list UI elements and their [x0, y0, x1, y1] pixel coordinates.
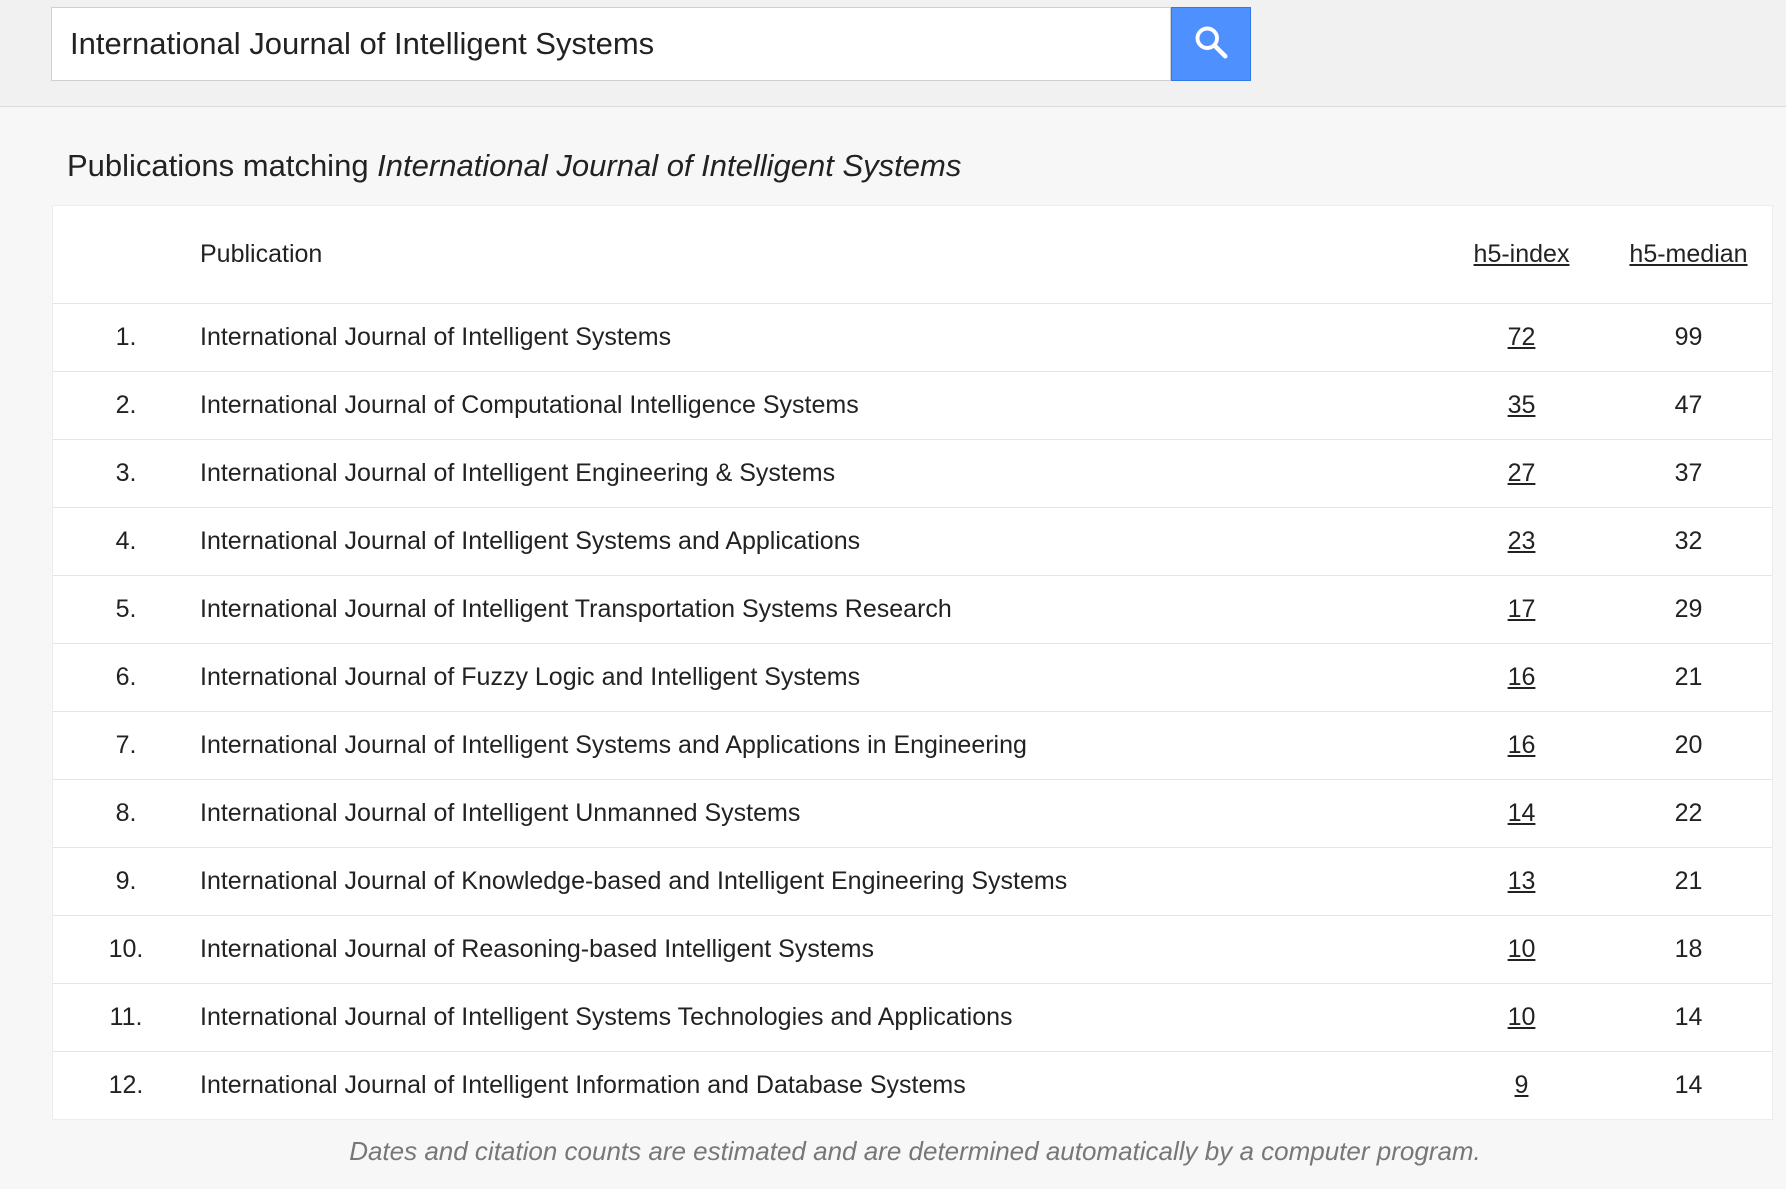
table-header-row: Publication h5-index h5-median [53, 206, 1772, 304]
search-input[interactable] [51, 7, 1171, 81]
publication-title[interactable]: International Journal of Computational I… [199, 371, 1438, 440]
h5-median-value: 18 [1605, 915, 1772, 984]
table-row: 10. International Journal of Reasoning-ba… [53, 915, 1772, 984]
rank: 7. [53, 711, 199, 780]
publication-title[interactable]: International Journal of Intelligent Sys… [199, 983, 1438, 1052]
h5-index-link[interactable]: 35 [1508, 391, 1536, 419]
rank: 6. [53, 643, 199, 712]
h5-index-link[interactable]: 16 [1508, 663, 1536, 691]
h5-median-value: 99 [1605, 303, 1772, 372]
table-row: 1. International Journal of Intelligent S… [53, 303, 1772, 372]
publication-header: Publication [200, 240, 323, 268]
results-table: Publication h5-index h5-median 1. Interna… [53, 206, 1772, 1119]
table-row: 9. International Journal of Knowledge-bas… [53, 847, 1772, 916]
table-row: 11. International Journal of Intelligent … [53, 983, 1772, 1052]
rank: 12. [53, 1051, 199, 1119]
publication-title[interactable]: International Journal of Intelligent Sys… [199, 303, 1438, 372]
h5-index-link[interactable]: 9 [1515, 1071, 1529, 1099]
h5-index-link[interactable]: 17 [1508, 595, 1536, 623]
h5-median-value: 21 [1605, 643, 1772, 712]
h5-index-link[interactable]: 10 [1508, 935, 1536, 963]
publication-title[interactable]: International Journal of Intelligent Sys… [199, 507, 1438, 576]
publication-title[interactable]: International Journal of Intelligent Tra… [199, 575, 1438, 644]
h5-index-link[interactable]: 23 [1508, 527, 1536, 555]
h5-index-link[interactable]: 27 [1508, 459, 1536, 487]
title-query: International Journal of Intelligent Sys… [377, 148, 962, 183]
h5-index-link[interactable]: 16 [1508, 731, 1536, 759]
title-prefix: Publications matching [67, 148, 378, 183]
h5-median-sort-link[interactable]: h5-median [1629, 240, 1747, 268]
rank: 4. [53, 507, 199, 576]
rank: 3. [53, 439, 199, 508]
rank-header [53, 206, 199, 304]
h5-index-link[interactable]: 14 [1508, 799, 1536, 827]
h5-median-value: 21 [1605, 847, 1772, 916]
publication-title[interactable]: International Journal of Fuzzy Logic and… [199, 643, 1438, 712]
table-row: 2. International Journal of Computational… [53, 371, 1772, 440]
h5-median-value: 20 [1605, 711, 1772, 780]
results-panel: Publication h5-index h5-median 1. Interna… [52, 205, 1773, 1120]
publication-title[interactable]: International Journal of Intelligent Unm… [199, 779, 1438, 848]
table-row: 8. International Journal of Intelligent U… [53, 779, 1772, 848]
rank: 5. [53, 575, 199, 644]
h5-index-link[interactable]: 10 [1508, 1003, 1536, 1031]
h5-index-link[interactable]: 13 [1508, 867, 1536, 895]
h5-median-value: 22 [1605, 779, 1772, 848]
page-title: Publications matching International Jour… [67, 148, 961, 184]
h5-median-value: 32 [1605, 507, 1772, 576]
rank: 8. [53, 779, 199, 848]
h5-median-value: 37 [1605, 439, 1772, 508]
publication-title[interactable]: International Journal of Reasoning-based… [199, 915, 1438, 984]
h5-index-sort-link[interactable]: h5-index [1474, 240, 1570, 268]
h5-median-value: 14 [1605, 1051, 1772, 1119]
table-row: 12. International Journal of Intelligent … [53, 1051, 1772, 1119]
table-row: 3. International Journal of Intelligent E… [53, 439, 1772, 508]
rank: 9. [53, 847, 199, 916]
h5-median-value: 47 [1605, 371, 1772, 440]
search-button[interactable] [1171, 7, 1251, 81]
publication-title[interactable]: International Journal of Intelligent Eng… [199, 439, 1438, 508]
rank: 1. [53, 303, 199, 372]
h5-index-link[interactable]: 72 [1508, 323, 1536, 351]
disclaimer: Dates and citation counts are estimated … [349, 1136, 1481, 1166]
table-row: 4. International Journal of Intelligent S… [53, 507, 1772, 576]
table-row: 5. International Journal of Intelligent T… [53, 575, 1772, 644]
table-row: 6. International Journal of Fuzzy Logic a… [53, 643, 1772, 712]
table-row: 7. International Journal of Intelligent S… [53, 711, 1772, 780]
publication-title[interactable]: International Journal of Intelligent Inf… [199, 1051, 1438, 1119]
search-bar [0, 0, 1786, 107]
h5-median-value: 14 [1605, 983, 1772, 1052]
rank: 2. [53, 371, 199, 440]
search-icon [1193, 24, 1229, 65]
publication-title[interactable]: International Journal of Intelligent Sys… [199, 711, 1438, 780]
rank: 10. [53, 915, 199, 984]
h5-median-value: 29 [1605, 575, 1772, 644]
publication-title[interactable]: International Journal of Knowledge-based… [199, 847, 1438, 916]
rank: 11. [53, 983, 199, 1052]
